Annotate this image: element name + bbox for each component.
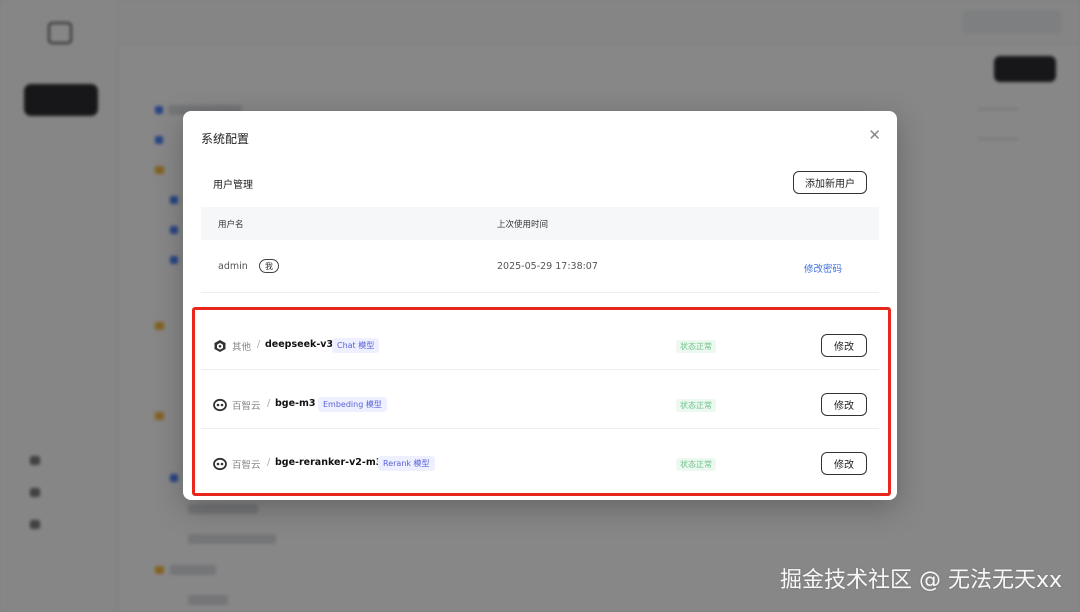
- close-icon[interactable]: ✕: [868, 128, 881, 143]
- user-management-title: 用户管理: [213, 180, 253, 191]
- model-provider: 百智云: [232, 401, 261, 412]
- status-badge: 状态正常: [676, 399, 716, 412]
- table-row: admin 我 2025-05-29 17:38:07 修改密码: [201, 241, 879, 293]
- separator: /: [267, 457, 271, 468]
- baidu-icon: [213, 398, 227, 412]
- model-type-tag: Chat 模型: [332, 338, 380, 353]
- model-provider: 百智云: [232, 460, 261, 471]
- status-badge: 状态正常: [676, 340, 716, 353]
- watermark: 掘金技术社区 @ 无法无天xx: [779, 568, 1062, 593]
- model-name: bge-reranker-v2-m3: [275, 457, 383, 468]
- status-badge: 状态正常: [676, 458, 716, 471]
- system-config-modal: 系统配置 ✕ 用户管理 添加新用户 用户名 上次使用时间 admin 我 202…: [183, 111, 897, 500]
- model-type-tag: Rerank 模型: [378, 456, 435, 471]
- edit-model-button[interactable]: 修改: [821, 393, 867, 416]
- column-header-last-used: 上次使用时间: [497, 220, 549, 230]
- username: admin: [218, 261, 248, 272]
- model-provider: 其他: [232, 342, 252, 353]
- model-name: deepseek-v3: [265, 339, 334, 350]
- separator: /: [257, 339, 261, 350]
- column-header-username: 用户名: [218, 220, 244, 230]
- last-used-time: 2025-05-29 17:38:07: [497, 261, 598, 272]
- current-user-badge: 我: [259, 259, 279, 273]
- change-password-link[interactable]: 修改密码: [804, 261, 842, 275]
- model-row: 百智云 / bge-m3 Embeding 模型 状态正常 修改: [201, 381, 879, 429]
- model-row: 其他 / deepseek-v3 Chat 模型 状态正常 修改: [201, 322, 879, 370]
- model-name: bge-m3: [275, 398, 316, 409]
- user-table-header: 用户名 上次使用时间: [201, 207, 879, 240]
- separator: /: [267, 398, 271, 409]
- modal-title: 系统配置: [201, 132, 250, 146]
- edit-model-button[interactable]: 修改: [821, 452, 867, 475]
- model-row: 百智云 / bge-reranker-v2-m3 Rerank 模型 状态正常 …: [201, 440, 879, 488]
- add-user-button[interactable]: 添加新用户: [793, 171, 867, 194]
- edit-model-button[interactable]: 修改: [821, 334, 867, 357]
- baidu-icon: [213, 457, 227, 471]
- model-type-tag: Embeding 模型: [318, 397, 387, 412]
- cube-icon: [214, 340, 226, 352]
